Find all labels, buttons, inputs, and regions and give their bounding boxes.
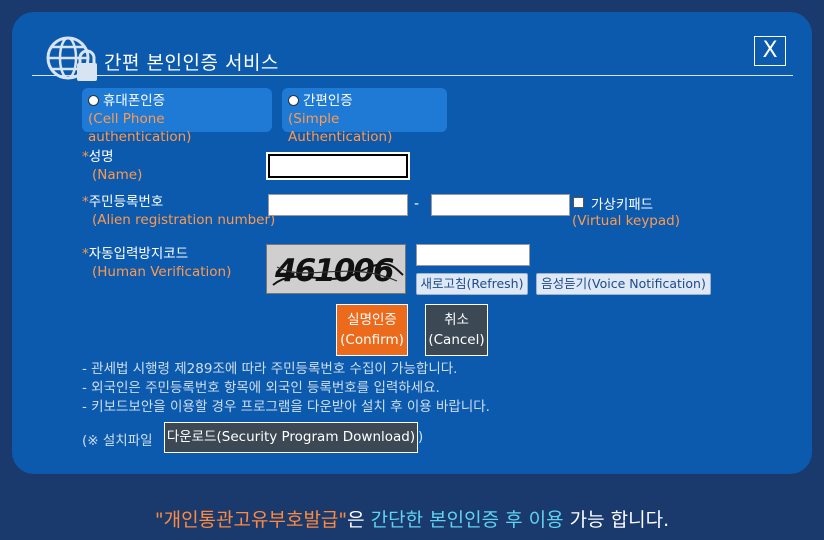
voice-button[interactable]: 음성듣기(Voice Notification): [536, 273, 711, 295]
auth-modal: 간편 본인인증 서비스 X 휴대폰인증 (Cell Phone authenti…: [12, 12, 812, 474]
notes-list: - 관세법 시행령 제289조에 따라 주민등록번호 수집이 가능합니다. - …: [82, 360, 490, 417]
radio-simple[interactable]: [288, 94, 299, 106]
alien-reg-input-2[interactable]: [431, 194, 570, 216]
virtual-keypad-label: 가상키패드: [591, 197, 654, 213]
cancel-button[interactable]: 취소 (Cancel): [425, 304, 488, 356]
install-suffix: ): [418, 429, 424, 445]
virtual-keypad-checkbox[interactable]: [573, 197, 584, 208]
radio-cellphone[interactable]: [88, 94, 99, 106]
refresh-button[interactable]: 새로고침(Refresh): [416, 273, 528, 295]
alien-reg-label: *주민등록번호 (Alien registration number): [82, 194, 276, 228]
close-button[interactable]: X: [754, 36, 786, 66]
cellphone-auth-label: 휴대폰인증: [103, 93, 166, 109]
confirm-button[interactable]: 실명인증 (Confirm): [336, 304, 408, 356]
simple-auth-sublabel: (Simple Authentication): [288, 111, 393, 145]
title-divider: [32, 75, 793, 76]
footer-message: "개인통관고유부호발급"은 간단한 본인인증 후 이용 가능 합니다.: [154, 509, 670, 531]
name-label: *성명 (Name): [82, 149, 143, 183]
cellphone-auth-sublabel: (Cell Phone authentication): [88, 111, 192, 145]
alien-reg-separator: -: [414, 196, 420, 212]
virtual-keypad-sublabel: (Virtual keypad): [572, 213, 680, 229]
modal-title: 간편 본인인증 서비스: [104, 52, 279, 74]
captcha-input[interactable]: [416, 244, 530, 266]
note-item: - 키보드보안을 이용할 경우 프로그램을 다운받아 설치 후 이용 바랍니다.: [82, 399, 490, 415]
captcha-label: *자동입력방지코드 (Human Verification): [82, 246, 232, 280]
note-item: - 관세법 시행령 제289조에 따라 주민등록번호 수집이 가능합니다.: [82, 361, 458, 377]
simple-auth-option[interactable]: 간편인증 (Simple Authentication): [282, 88, 447, 145]
name-input[interactable]: [266, 152, 410, 180]
install-prefix: (※ 설치파일: [82, 433, 153, 449]
simple-auth-label: 간편인증: [303, 93, 353, 109]
captcha-image: 461006: [266, 244, 406, 294]
note-item: - 외국인은 주민등록번호 항목에 외국인 등록번호를 입력하세요.: [82, 380, 440, 396]
cellphone-auth-option[interactable]: 휴대폰인증 (Cell Phone authentication): [82, 88, 272, 145]
alien-reg-input-1[interactable]: [268, 194, 408, 216]
download-button[interactable]: 다운로드(Security Program Download): [164, 422, 418, 453]
globe-lock-icon: [46, 36, 97, 81]
